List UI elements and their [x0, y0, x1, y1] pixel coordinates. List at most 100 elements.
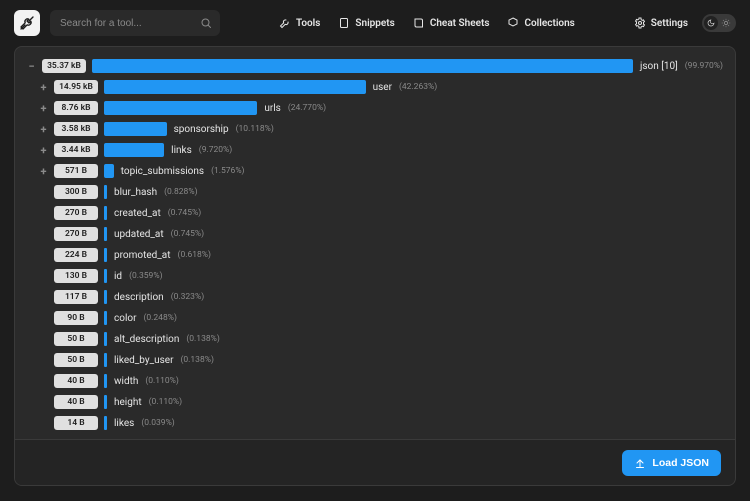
size-badge: 224 B	[54, 248, 98, 262]
tree-row[interactable]: +14.95 kBuser(42.263%)	[27, 78, 723, 96]
size-bar-nub	[104, 395, 107, 409]
bar-wrap: topic_submissions(1.576%)	[104, 164, 723, 178]
bar-wrap: width(0.110%)	[104, 374, 723, 388]
row-label: sponsorship	[174, 124, 229, 135]
row-percent: (0.828%)	[164, 187, 197, 197]
bar-wrap: likes (0.039%)	[104, 416, 723, 430]
row-label: created_at	[114, 208, 161, 219]
tree-row[interactable]: +90 Bcolor(0.248%)	[27, 309, 723, 327]
row-label: likes	[114, 418, 134, 429]
cube-icon	[507, 17, 519, 29]
nav-cheat-sheets-label: Cheat Sheets	[430, 18, 490, 29]
row-percent: (0.039%)	[141, 418, 174, 428]
bar-wrap: json [10](99.970%)	[92, 59, 723, 73]
tree-row[interactable]: −35.37 kBjson [10](99.970%)	[27, 57, 723, 75]
row-label: updated_at	[114, 229, 164, 240]
row-percent: (0.359%)	[129, 271, 162, 281]
expand-icon[interactable]: +	[39, 125, 48, 134]
bar-wrap: liked_by_user(0.138%)	[104, 353, 723, 367]
row-percent: (0.110%)	[149, 397, 182, 407]
tree-row[interactable]: +270 Bcreated_at(0.745%)	[27, 204, 723, 222]
gear-icon	[634, 17, 646, 29]
tree-row[interactable]: +50 Balt_description(0.138%)	[27, 330, 723, 348]
row-label: json [10]	[640, 61, 678, 72]
size-badge: 40 B	[54, 395, 98, 409]
row-percent: (24.770%)	[288, 103, 326, 113]
bar-wrap: blur_hash(0.828%)	[104, 185, 723, 199]
nav-settings[interactable]: Settings	[634, 17, 688, 29]
search-box[interactable]	[50, 10, 220, 36]
bar-wrap: height (0.110%)	[104, 395, 723, 409]
tree-row[interactable]: +50 Bliked_by_user(0.138%)	[27, 351, 723, 369]
search-icon	[200, 17, 212, 29]
tree-row[interactable]: +130 Bid(0.359%)	[27, 267, 723, 285]
row-percent: (0.745%)	[168, 208, 201, 218]
size-badge: 130 B	[54, 269, 98, 283]
nav-snippets-label: Snippets	[355, 18, 394, 29]
tree-row[interactable]: +117 Bdescription(0.323%)	[27, 288, 723, 306]
size-badge: 117 B	[54, 290, 98, 304]
expand-icon[interactable]: +	[39, 104, 48, 113]
size-badge: 40 B	[54, 374, 98, 388]
bar-wrap: created_at (0.745%)	[104, 206, 723, 220]
size-bar-nub	[104, 290, 107, 304]
tree-row[interactable]: +3.58 kBsponsorship(10.118%)	[27, 120, 723, 138]
expand-icon[interactable]: +	[39, 167, 48, 176]
theme-toggle-knob	[704, 16, 718, 30]
size-bar	[104, 101, 257, 115]
nav-cheat-sheets[interactable]: Cheat Sheets	[413, 17, 490, 29]
tree-row[interactable]: +571 Btopic_submissions(1.576%)	[27, 162, 723, 180]
row-percent: (9.720%)	[199, 145, 232, 155]
size-badge: 300 B	[54, 185, 98, 199]
size-bar-nub	[104, 332, 107, 346]
tree-row[interactable]: +8.76 kBurls(24.770%)	[27, 99, 723, 117]
bar-wrap: user(42.263%)	[104, 80, 723, 94]
row-percent: (0.618%)	[178, 250, 211, 260]
tree-row[interactable]: +3.44 kBlinks(9.720%)	[27, 141, 723, 159]
size-bar	[92, 59, 633, 73]
upload-icon	[634, 457, 646, 469]
json-size-panel: −35.37 kBjson [10](99.970%) +14.95 kBuser…	[14, 46, 736, 486]
topbar: Tools Snippets Cheat Sheets Collections …	[0, 0, 750, 46]
size-bar-nub	[104, 353, 107, 367]
wrench-icon	[279, 17, 291, 29]
bar-wrap: updated_at (0.745%)	[104, 227, 723, 241]
nav-collections[interactable]: Collections	[507, 17, 574, 29]
size-badge: 3.44 kB	[54, 143, 98, 157]
bar-wrap: urls(24.770%)	[104, 101, 723, 115]
tree-row[interactable]: +14 Blikes(0.039%)	[27, 414, 723, 432]
row-percent: (42.263%)	[399, 82, 437, 92]
row-label: height	[114, 397, 142, 408]
nav-settings-label: Settings	[651, 18, 688, 29]
row-percent: (10.118%)	[236, 124, 274, 134]
nav-tools[interactable]: Tools	[279, 17, 320, 29]
expand-icon[interactable]: +	[39, 83, 48, 92]
theme-toggle[interactable]	[702, 14, 736, 32]
size-bar-nub	[104, 416, 107, 430]
tools-crossed-icon	[19, 15, 35, 31]
size-badge: 14 B	[54, 416, 98, 430]
expand-icon[interactable]: +	[39, 146, 48, 155]
load-json-button[interactable]: Load JSON	[622, 450, 721, 476]
tree-row[interactable]: +270 Bupdated_at(0.745%)	[27, 225, 723, 243]
size-badge: 270 B	[54, 227, 98, 241]
tree-row[interactable]: +40 Bheight(0.110%)	[27, 393, 723, 411]
tree-row[interactable]: +300 Bblur_hash(0.828%)	[27, 183, 723, 201]
app-logo[interactable]	[14, 10, 40, 36]
main-nav: Tools Snippets Cheat Sheets Collections	[230, 17, 624, 29]
collapse-icon[interactable]: −	[27, 62, 36, 71]
size-bar-nub	[104, 185, 107, 199]
search-input[interactable]	[58, 17, 194, 30]
tree-row[interactable]: +40 Bwidth(0.110%)	[27, 372, 723, 390]
size-bar-nub	[104, 248, 107, 262]
size-bar	[104, 122, 167, 136]
moon-icon	[707, 19, 715, 27]
nav-snippets[interactable]: Snippets	[338, 17, 394, 29]
row-percent: (0.745%)	[171, 229, 204, 239]
bar-wrap: color(0.248%)	[104, 311, 723, 325]
tree-row[interactable]: +224 Bpromoted_at(0.618%)	[27, 246, 723, 264]
size-bar	[104, 80, 366, 94]
size-bar-nub	[104, 227, 107, 241]
load-json-label: Load JSON	[652, 457, 709, 469]
size-bar	[104, 164, 114, 178]
